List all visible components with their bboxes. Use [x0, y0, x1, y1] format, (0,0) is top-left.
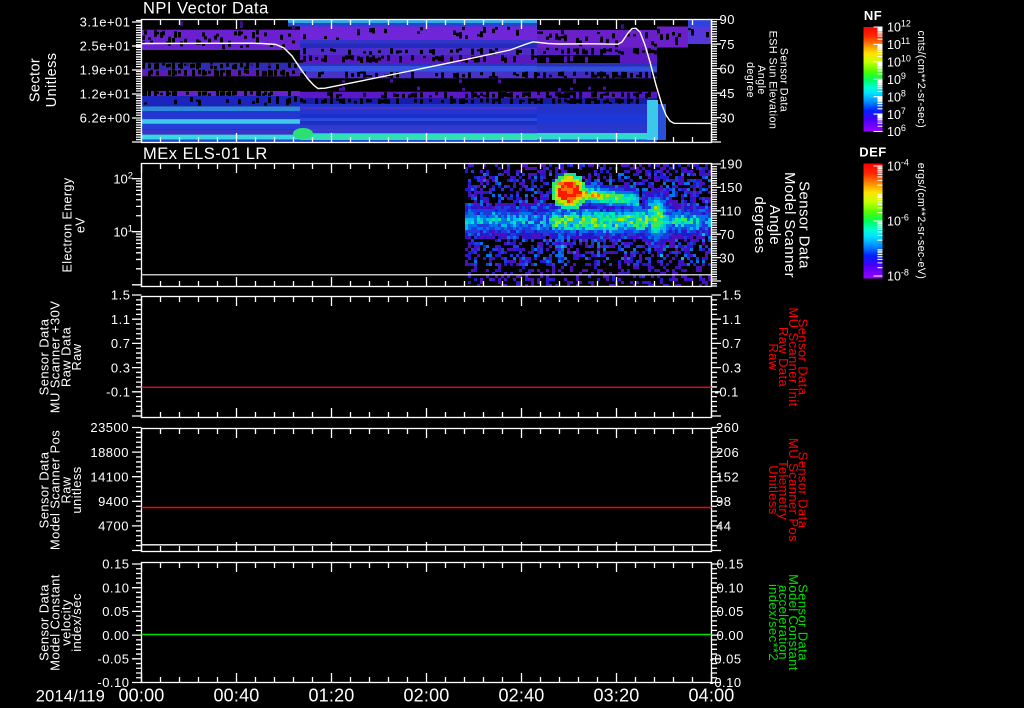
svg-text:NF: NF	[864, 8, 882, 23]
svg-text:45: 45	[720, 86, 735, 101]
svg-text:-0.05: -0.05	[710, 652, 742, 667]
svg-text:6.2e+00: 6.2e+00	[80, 111, 131, 126]
svg-text:01:20: 01:20	[308, 686, 354, 706]
svg-text:3.1e+01: 3.1e+01	[80, 15, 131, 30]
svg-text:Sensor Data: Sensor Data	[778, 48, 790, 112]
svg-text:0.05: 0.05	[102, 604, 129, 619]
svg-text:Unitless: Unitless	[44, 53, 60, 108]
svg-text:0.15: 0.15	[717, 557, 744, 572]
svg-text:90: 90	[720, 12, 735, 27]
svg-text:2.5e+01: 2.5e+01	[80, 39, 131, 54]
svg-text:00:40: 00:40	[213, 686, 259, 706]
svg-text:0.7: 0.7	[722, 336, 742, 351]
svg-text:70: 70	[720, 227, 735, 242]
svg-text:190: 190	[720, 157, 743, 172]
svg-text:2014/119: 2014/119	[36, 688, 105, 706]
svg-text:DEF: DEF	[859, 145, 887, 160]
svg-text:30: 30	[720, 250, 735, 265]
svg-text:02:00: 02:00	[403, 686, 449, 706]
svg-text:60: 60	[720, 61, 735, 76]
svg-text:1.5: 1.5	[111, 288, 131, 303]
svg-text:cnts/(cm**2-sr-sec): cnts/(cm**2-sr-sec)	[915, 31, 927, 128]
svg-text:206: 206	[716, 445, 739, 460]
svg-text:degrees: degrees	[751, 196, 768, 253]
svg-text:03:20: 03:20	[593, 686, 639, 706]
svg-text:00:00: 00:00	[118, 686, 164, 706]
svg-text:1.2e+01: 1.2e+01	[80, 87, 131, 102]
svg-text:30: 30	[720, 110, 735, 125]
svg-text:eV: eV	[73, 217, 87, 233]
svg-text:0.15: 0.15	[102, 557, 129, 572]
svg-text:75: 75	[720, 37, 735, 52]
svg-text:44: 44	[716, 519, 731, 534]
svg-text:Raw: Raw	[766, 343, 781, 370]
svg-text:degree: degree	[744, 62, 756, 98]
svg-text:98: 98	[716, 494, 731, 509]
svg-text:4700: 4700	[98, 519, 129, 534]
svg-text:Unitless: Unitless	[766, 465, 781, 515]
svg-text:Angle: Angle	[755, 65, 767, 95]
svg-text:14100: 14100	[90, 469, 129, 484]
svg-text:04:00: 04:00	[688, 686, 734, 706]
svg-text:0.10: 0.10	[717, 580, 744, 595]
svg-text:Raw: Raw	[69, 343, 84, 370]
svg-text:02:40: 02:40	[498, 686, 544, 706]
svg-text:0.00: 0.00	[717, 628, 744, 643]
svg-text:-0.1: -0.1	[106, 385, 130, 400]
svg-text:ergs/(cm**2-sr-sec-eV): ergs/(cm**2-sr-sec-eV)	[915, 163, 927, 279]
svg-text:unitless: unitless	[69, 466, 84, 513]
svg-text:MEx ELS-01 LR: MEx ELS-01 LR	[143, 145, 268, 163]
svg-text:23500: 23500	[90, 420, 129, 435]
svg-text:0.7: 0.7	[111, 336, 131, 351]
svg-text:NPI Vector Data: NPI Vector Data	[143, 0, 269, 18]
svg-text:0.05: 0.05	[717, 604, 744, 619]
svg-text:Sector: Sector	[28, 58, 44, 102]
svg-text:ESH Sun Elevation: ESH Sun Elevation	[766, 31, 778, 130]
svg-text:1.5: 1.5	[722, 288, 742, 303]
svg-text:18800: 18800	[90, 445, 129, 460]
svg-text:0.00: 0.00	[102, 628, 129, 643]
svg-text:150: 150	[720, 180, 743, 195]
svg-text:152: 152	[716, 469, 739, 484]
svg-text:index/sec**2: index/sec**2	[766, 584, 781, 661]
svg-text:110: 110	[720, 204, 742, 219]
svg-text:-0.05: -0.05	[97, 652, 129, 667]
svg-text:1.9e+01: 1.9e+01	[80, 63, 131, 78]
svg-text:9400: 9400	[98, 494, 129, 509]
svg-text:-0.1: -0.1	[715, 385, 739, 400]
svg-text:index/sec: index/sec	[69, 593, 84, 652]
svg-text:1.1: 1.1	[111, 312, 131, 327]
svg-text:0.10: 0.10	[102, 580, 129, 595]
svg-text:0.3: 0.3	[111, 360, 131, 375]
svg-text:0.3: 0.3	[722, 360, 742, 375]
svg-text:260: 260	[716, 420, 739, 435]
svg-text:1.1: 1.1	[722, 312, 742, 327]
svg-text:Electron Energy: Electron Energy	[60, 177, 74, 272]
